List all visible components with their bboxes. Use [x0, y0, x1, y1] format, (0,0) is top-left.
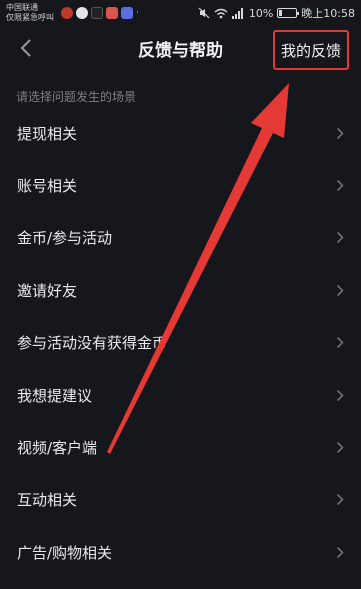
list-item[interactable]: 我想提建议 — [0, 369, 361, 421]
chevron-right-icon — [336, 127, 344, 140]
list-item-label: 互动相关 — [17, 491, 78, 510]
wifi-icon — [214, 8, 228, 18]
app-notification-icon — [91, 7, 103, 19]
page-title: 反馈与帮助 — [138, 40, 223, 61]
app-notification-icon — [76, 7, 88, 19]
back-button[interactable] — [14, 36, 38, 60]
list-item[interactable]: 参与活动没有获得金币 — [0, 317, 361, 369]
list-item-label: 视频/客户端 — [17, 439, 98, 458]
list-item-label: 我想提建议 — [17, 386, 93, 405]
app-notification-icon — [61, 7, 73, 19]
more-notifications-icon: · — [136, 8, 139, 18]
app-notification-icon — [121, 7, 133, 19]
chevron-right-icon — [336, 179, 344, 192]
chevron-right-icon — [336, 441, 344, 454]
chevron-right-icon — [336, 284, 344, 297]
list-item[interactable]: 视频/客户端 — [0, 421, 361, 473]
signal-icon — [231, 7, 243, 19]
chevron-left-icon — [20, 39, 31, 57]
list-item-label: 金币/参与活动 — [17, 229, 113, 248]
list-item[interactable]: 互动相关 — [0, 474, 361, 526]
list-item[interactable]: 提现相关 — [0, 107, 361, 159]
list-item[interactable]: 账号相关 — [0, 159, 361, 211]
battery-percent: 10% — [248, 6, 274, 20]
carrier-info: 中国联通 仅限紧急呼叫 — [6, 3, 54, 23]
list-item-label: 邀请好友 — [17, 281, 78, 300]
list-item-label: 广告/购物相关 — [17, 543, 113, 562]
chevron-right-icon — [336, 493, 344, 506]
list-item[interactable]: 金币/参与活动 — [0, 212, 361, 264]
status-bar: 中国联通 仅限紧急呼叫 · 10% 晚上10:58 — [0, 0, 361, 26]
clock: 晚上10:58 — [301, 7, 355, 20]
carrier-name: 中国联通 — [6, 3, 38, 12]
chevron-right-icon — [336, 231, 344, 244]
carrier-status: 仅限紧急呼叫 — [6, 13, 54, 22]
mute-icon — [198, 7, 210, 19]
chevron-right-icon — [336, 336, 344, 349]
status-left: 中国联通 仅限紧急呼叫 · — [6, 3, 144, 23]
status-right: 10% 晚上10:58 — [198, 5, 355, 21]
list-item-label: 提现相关 — [17, 124, 78, 143]
nav-bar: 反馈与帮助 我的反馈 — [0, 26, 361, 70]
list-item[interactable]: 广告/购物相关 — [0, 526, 361, 578]
list-item[interactable]: 邀请好友 — [0, 264, 361, 316]
section-hint: 请选择问题发生的场景 — [16, 90, 137, 104]
list-item-label: 账号相关 — [17, 177, 78, 196]
list-item-label: 参与活动没有获得金币 — [17, 334, 168, 353]
chevron-right-icon — [336, 389, 344, 402]
battery-icon — [277, 8, 300, 18]
notification-icons: · — [61, 7, 144, 19]
scenario-list: 提现相关 账号相关 金币/参与活动 邀请好友 参与活动没有获得金币 我想提建议 … — [0, 107, 361, 579]
chevron-right-icon — [336, 546, 344, 559]
my-feedback-button[interactable]: 我的反馈 — [273, 30, 349, 70]
app-notification-icon — [106, 7, 118, 19]
